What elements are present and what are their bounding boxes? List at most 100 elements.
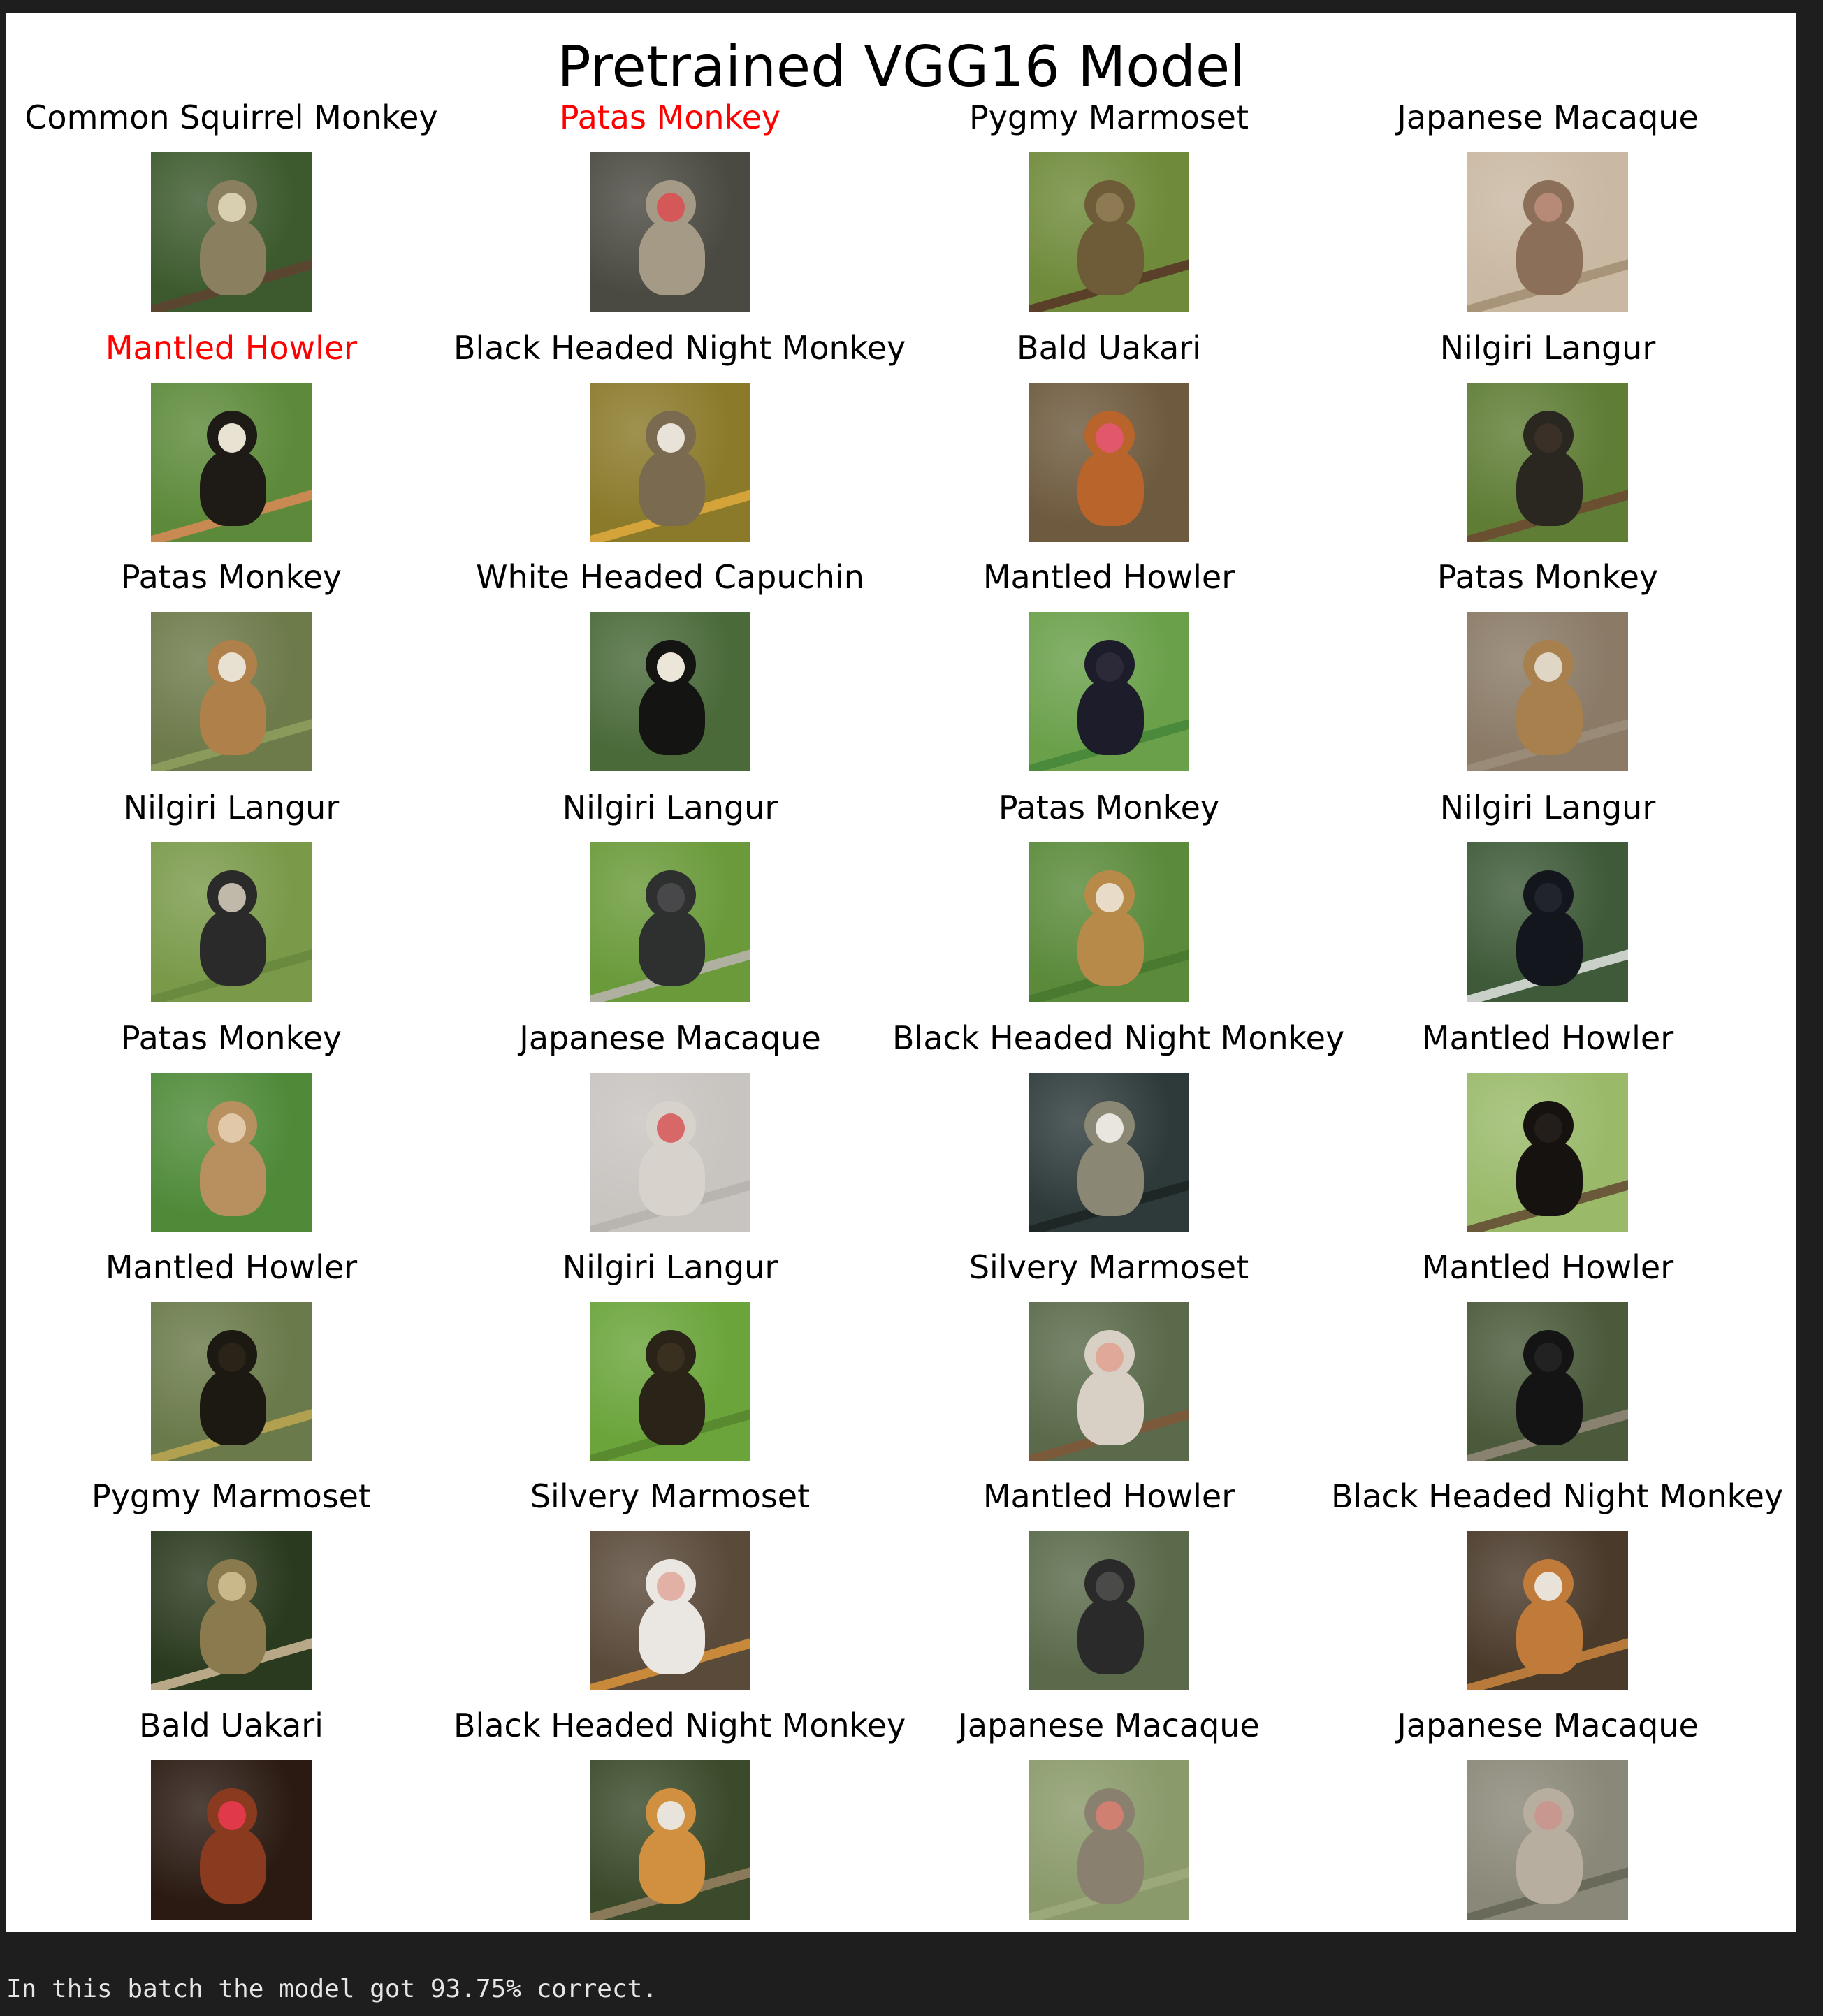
prediction-label: Black Headed Night Monkey [892, 1019, 1345, 1057]
prediction-label: Mantled Howler [1421, 1019, 1674, 1057]
monkey-body [639, 1139, 705, 1216]
monkey-face [1534, 423, 1562, 453]
monkey-body [200, 1139, 266, 1216]
monkey-photo [590, 383, 750, 542]
monkey-body [1077, 219, 1144, 295]
monkey-body [200, 1368, 266, 1445]
monkey-body [200, 219, 266, 295]
monkey-body [200, 449, 266, 526]
monkey-body [1516, 1598, 1583, 1674]
grid-cell: Bald Uakari [15, 1704, 448, 1928]
prediction-label: Pygmy Marmoset [91, 1477, 372, 1515]
monkey-photo [1029, 383, 1189, 542]
monkey-photo [1029, 1302, 1189, 1461]
grid-cell: Patas Monkey [1331, 556, 1764, 780]
monkey-face [1096, 1572, 1124, 1601]
grid-cell: Black Headed Night Monkey [892, 1017, 1345, 1241]
monkey-body [200, 678, 266, 755]
monkey-face [218, 423, 246, 453]
prediction-label-wrong: Mantled Howler [105, 329, 358, 367]
monkey-photo [590, 1073, 750, 1232]
monkey-face [657, 423, 685, 453]
monkey-body [1077, 449, 1144, 526]
monkey-face [657, 193, 685, 222]
prediction-label: Black Headed Night Monkey [453, 1707, 906, 1744]
prediction-label: Nilgiri Langur [1439, 329, 1656, 367]
monkey-photo [151, 152, 312, 312]
monkey-photo [590, 1760, 750, 1920]
monkey-body [1077, 678, 1144, 755]
grid-cell: Japanese Macaque [1331, 96, 1764, 320]
prediction-label: Pygmy Marmoset [968, 98, 1249, 136]
monkey-body [1077, 909, 1144, 986]
monkey-photo [1467, 842, 1628, 1002]
monkey-photo [1029, 1760, 1189, 1920]
grid-cell: Patas Monkey [15, 556, 448, 780]
prediction-label: Mantled Howler [982, 558, 1235, 596]
monkey-body [1516, 909, 1583, 986]
monkey-face [657, 1572, 685, 1601]
prediction-label: Nilgiri Langur [562, 1248, 778, 1286]
prediction-label: Black Headed Night Monkey [453, 329, 906, 367]
grid-cell: Pygmy Marmoset [892, 96, 1326, 320]
monkey-body [639, 449, 705, 526]
monkey-body [1516, 1827, 1583, 1904]
grid-cell: Silvery Marmoset [892, 1246, 1326, 1470]
monkey-body [1077, 1139, 1144, 1216]
grid-cell: Mantled Howler [1331, 1017, 1764, 1241]
console-output: In this batch the model got 93.75% corre… [6, 1975, 658, 2003]
grid-cell: Patas Monkey [892, 787, 1326, 1010]
grid-cell: Mantled Howler [15, 1246, 448, 1470]
monkey-body [1077, 1368, 1144, 1445]
monkey-face [218, 652, 246, 682]
monkey-photo [590, 152, 750, 312]
prediction-label: Nilgiri Langur [123, 789, 340, 826]
grid-cell: Japanese Macaque [892, 1704, 1326, 1928]
monkey-photo [1467, 383, 1628, 542]
prediction-figure: Pretrained VGG16 Model Common Squirrel M… [6, 13, 1796, 1932]
monkey-photo [151, 1531, 312, 1690]
monkey-photo [1029, 1531, 1189, 1690]
monkey-photo [590, 1302, 750, 1461]
prediction-label: Bald Uakari [139, 1707, 324, 1744]
monkey-face [1096, 652, 1124, 682]
monkey-face [1534, 652, 1562, 682]
prediction-label: Mantled Howler [105, 1248, 358, 1286]
monkey-photo [151, 383, 312, 542]
monkey-body [639, 678, 705, 755]
grid-cell: Bald Uakari [892, 327, 1326, 550]
monkey-photo [151, 1760, 312, 1920]
prediction-label: Patas Monkey [120, 558, 342, 596]
monkey-photo [151, 842, 312, 1002]
monkey-face [1534, 1572, 1562, 1601]
grid-cell: Japanese Macaque [1331, 1704, 1764, 1928]
monkey-photo [1467, 152, 1628, 312]
monkey-face [1096, 1343, 1124, 1372]
grid-cell: Mantled Howler [1331, 1246, 1764, 1470]
grid-cell: Nilgiri Langur [15, 787, 448, 1010]
monkey-face [657, 1113, 685, 1143]
monkey-body [1516, 219, 1583, 295]
prediction-label: Patas Monkey [120, 1019, 342, 1057]
monkey-photo [1029, 612, 1189, 771]
grid-cell: Patas Monkey [453, 96, 887, 320]
prediction-label: White Headed Capuchin [476, 558, 864, 596]
prediction-label: Patas Monkey [1437, 558, 1659, 596]
grid-cell: Nilgiri Langur [1331, 327, 1764, 550]
monkey-photo [1467, 1302, 1628, 1461]
monkey-body [1516, 1368, 1583, 1445]
monkey-face [1534, 883, 1562, 912]
prediction-label: Japanese Macaque [1397, 1707, 1699, 1744]
monkey-body [200, 909, 266, 986]
monkey-photo [1467, 612, 1628, 771]
monkey-photo [1029, 1073, 1189, 1232]
prediction-label: Mantled Howler [982, 1477, 1235, 1515]
grid-cell: Black Headed Night Monkey [453, 1704, 906, 1928]
monkey-face [1534, 193, 1562, 222]
monkey-face [218, 1113, 246, 1143]
monkey-body [200, 1827, 266, 1904]
monkey-face [218, 1801, 246, 1830]
monkey-face [1534, 1343, 1562, 1372]
monkey-photo [1467, 1531, 1628, 1690]
grid-cell: Silvery Marmoset [453, 1475, 887, 1699]
